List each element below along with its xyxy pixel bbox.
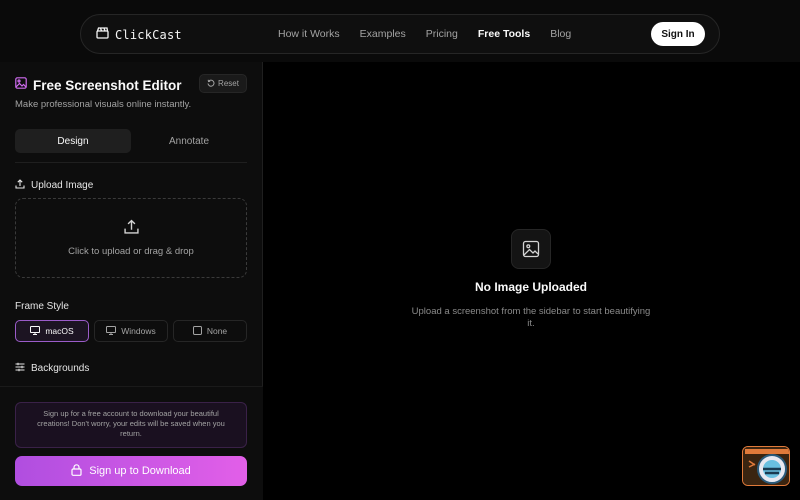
sidebar-title: Free Screenshot Editor xyxy=(33,77,182,93)
frame-style-label: Frame Style xyxy=(15,301,69,312)
nav-links: How it Works Examples Pricing Free Tools… xyxy=(278,28,571,40)
frame-option-macos[interactable]: macOS xyxy=(15,320,89,342)
dropzone-text: Click to upload or drag & drop xyxy=(68,246,194,257)
square-icon xyxy=(192,325,202,337)
upload-icon xyxy=(15,179,25,192)
image-placeholder-icon xyxy=(511,229,551,269)
backgrounds-section-label[interactable]: Backgrounds xyxy=(15,362,89,375)
upload-dropzone[interactable]: Click to upload or drag & drop xyxy=(15,198,247,278)
empty-state-title: No Image Uploaded xyxy=(474,280,587,294)
help-widget-button[interactable] xyxy=(742,446,790,486)
brand-name: ClickCast xyxy=(115,28,182,42)
reset-icon xyxy=(207,79,215,89)
frame-option-none[interactable]: None xyxy=(173,320,247,342)
empty-state-subtitle: Upload a screenshot from the sidebar to … xyxy=(411,306,651,329)
nav-link-blog[interactable]: Blog xyxy=(550,28,571,40)
sidebar-tabs: Design Annotate xyxy=(15,129,247,153)
sidebar-subtitle: Make professional visuals online instant… xyxy=(15,99,192,110)
monitor-icon xyxy=(30,325,41,337)
nav-link-pricing[interactable]: Pricing xyxy=(426,28,458,40)
upload-section-label: Upload Image xyxy=(15,179,93,192)
top-bar: ClickCast How it Works Examples Pricing … xyxy=(0,0,800,62)
lock-icon xyxy=(71,463,82,479)
frame-option-windows[interactable]: Windows xyxy=(94,320,168,342)
signup-notice: Sign up for a free account to download y… xyxy=(15,402,247,448)
nav-link-examples[interactable]: Examples xyxy=(360,28,406,40)
reset-label: Reset xyxy=(218,79,239,88)
sign-in-button[interactable]: Sign In xyxy=(651,22,705,46)
nav-link-free-tools[interactable]: Free Tools xyxy=(478,28,530,40)
reset-button[interactable]: Reset xyxy=(199,74,247,93)
upload-icon xyxy=(123,219,139,239)
signup-download-button[interactable]: Sign up to Download xyxy=(15,456,247,486)
frame-style-options: macOS Windows None xyxy=(15,320,247,342)
editor-sidebar: Free Screenshot Editor Reset Make profes… xyxy=(0,62,263,500)
divider xyxy=(15,162,247,163)
clapperboard-icon xyxy=(96,26,109,44)
brand-logo[interactable]: ClickCast xyxy=(96,26,182,44)
tab-design[interactable]: Design xyxy=(15,129,131,153)
navbar: ClickCast How it Works Examples Pricing … xyxy=(80,14,720,54)
sliders-icon xyxy=(15,362,25,375)
tab-annotate[interactable]: Annotate xyxy=(131,129,247,153)
sidebar-footer: Sign up for a free account to download y… xyxy=(0,386,263,500)
image-icon xyxy=(15,76,27,94)
nav-link-how-it-works[interactable]: How it Works xyxy=(278,28,340,40)
monitor-icon xyxy=(106,325,117,337)
sidebar-header: Free Screenshot Editor xyxy=(15,76,182,94)
canvas-area: No Image Uploaded Upload a screenshot fr… xyxy=(264,62,800,500)
